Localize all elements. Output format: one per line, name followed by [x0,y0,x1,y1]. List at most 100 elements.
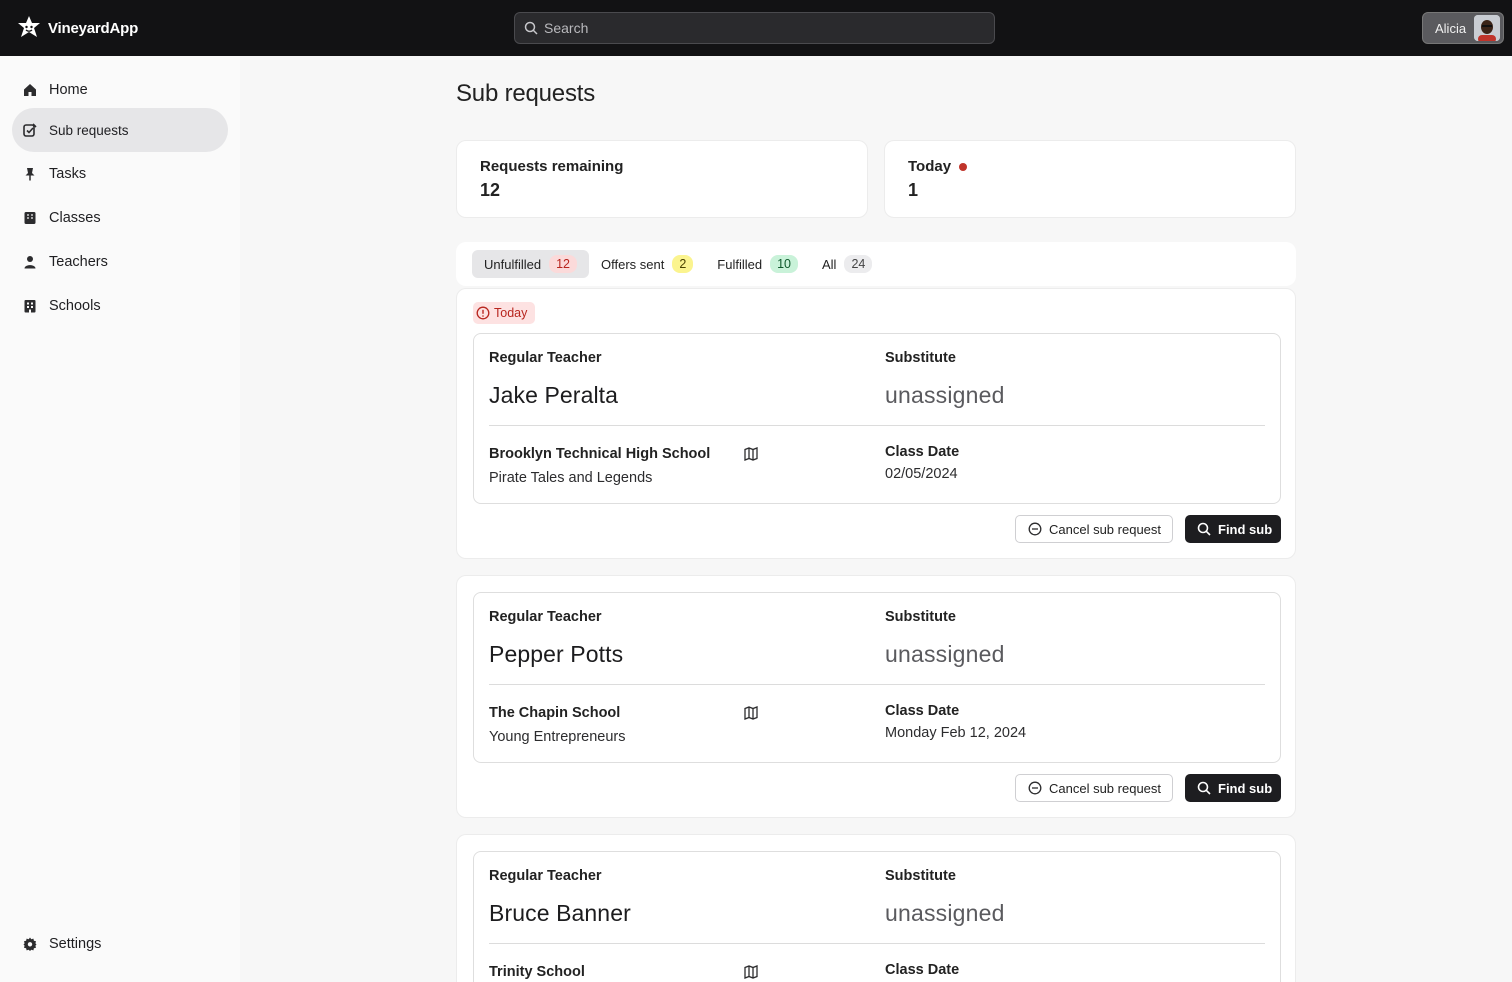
minus-circle-icon [1028,781,1042,795]
class-date-value: 02/05/2024 [885,466,958,482]
filter-tabs: Unfulfilled 12 Offers sent 2 Fulfilled 1… [456,242,1296,286]
count-badge: 2 [672,255,694,273]
map-icon[interactable] [744,447,758,461]
home-icon [24,84,36,96]
sidebar-item-schools[interactable]: Schools [12,284,228,328]
find-sub-button[interactable]: Find sub [1185,774,1281,802]
divider [489,943,1265,944]
sub-request-card: Regular Teacher Bruce Banner Substitute … [456,834,1296,982]
sidebar-item-tasks[interactable]: Tasks [12,152,228,196]
sidebar-item-label: Classes [49,210,101,226]
today-indicator-dot [959,162,968,171]
cancel-sub-request-button[interactable]: Cancel sub request [1015,774,1173,802]
tab-label: All [822,256,837,272]
tab-unfulfilled[interactable]: Unfulfilled 12 [472,250,589,278]
button-label: Cancel sub request [1049,780,1162,796]
count-badge: 10 [770,255,798,273]
grape-leaf-logo-icon [18,16,40,37]
substitute-value: unassigned [885,900,1005,926]
minus-circle-icon [1028,522,1042,536]
alert-circle-icon [476,306,490,320]
sidebar-item-home[interactable]: Home [12,68,228,112]
page-title: Sub requests [456,80,596,107]
sidebar-item-label: Teachers [49,254,108,270]
divider [489,684,1265,685]
sub-request-card: Regular Teacher Pepper Potts Substitute … [456,575,1296,818]
tab-offers-sent[interactable]: Offers sent 2 [589,250,705,278]
search-input[interactable] [544,20,964,36]
class-date-value: Monday Feb 12, 2024 [885,725,1027,741]
top-bar: VineyardApp Alicia [0,0,1512,56]
regular-teacher-label: Regular Teacher [489,609,602,625]
substitute-label: Substitute [885,609,956,625]
sidebar-item-label: Settings [49,936,102,952]
teacher-name[interactable]: Bruce Banner [489,900,631,927]
stat-card-requests-remaining: Requests remaining 12 [456,140,868,218]
button-label: Find sub [1218,521,1273,537]
request-details: Regular Teacher Bruce Banner Substitute … [473,851,1281,982]
map-icon[interactable] [744,965,758,979]
sidebar-item-label: Tasks [49,166,87,182]
building-icon [24,300,36,313]
sidebar-item-label: Home [49,82,88,98]
class-date-label: Class Date [885,962,960,978]
class-name[interactable]: Young Entrepreneurs [489,729,626,745]
today-tag: Today [473,302,536,324]
tab-fulfilled[interactable]: Fulfilled 10 [705,250,810,278]
edit-check-icon [23,123,37,137]
substitute-value: unassigned [885,641,1005,667]
stat-label: Requests remaining [480,158,624,175]
class-name[interactable]: Pirate Tales and Legends [489,470,652,486]
tab-all[interactable]: All 24 [810,250,884,278]
teacher-name[interactable]: Jake Peralta [489,382,618,409]
count-badge: 24 [844,255,873,273]
stat-value: 12 [480,180,501,200]
sub-request-card: Today Regular Teacher Jake Peralta Subst… [456,288,1296,559]
request-details: Regular Teacher Pepper Potts Substitute … [473,592,1281,763]
app-logo[interactable]: VineyardApp [16,14,138,42]
regular-teacher-label: Regular Teacher [489,350,602,366]
sidebar-item-classes[interactable]: Classes [12,196,228,240]
class-date-label: Class Date [885,703,960,719]
count-badge: 12 [549,255,577,273]
search-icon [1197,781,1211,795]
avatar [1474,15,1500,41]
stat-value: 1 [908,180,919,200]
user-menu[interactable]: Alicia [1422,12,1504,44]
substitute-label: Substitute [885,350,956,366]
substitute-value: unassigned [885,382,1005,408]
school-name[interactable]: Brooklyn Technical High School [489,446,710,462]
tab-label: Fulfilled [717,256,763,272]
sidebar-item-label: Sub requests [49,122,129,138]
sidebar-item-label: Schools [49,298,101,314]
button-label: Find sub [1218,780,1273,796]
button-label: Cancel sub request [1049,521,1162,537]
map-icon[interactable] [744,706,758,720]
stat-label: Today [908,158,952,175]
tab-label: Offers sent [601,256,665,272]
request-details: Regular Teacher Jake Peralta Substitute … [473,333,1281,504]
search-bar[interactable] [514,12,995,44]
app-name: VineyardApp [48,19,139,37]
find-sub-button[interactable]: Find sub [1185,515,1281,543]
search-icon [524,21,538,35]
school-name[interactable]: Trinity School [489,964,585,980]
person-icon [24,256,36,269]
sidebar-item-sub-requests[interactable]: Sub requests [12,108,228,152]
pin-icon [25,168,35,181]
school-name[interactable]: The Chapin School [489,705,620,721]
sidebar-item-settings[interactable]: Settings [12,922,228,966]
divider [489,425,1265,426]
gear-icon [23,937,37,951]
search-icon [1197,522,1211,536]
regular-teacher-label: Regular Teacher [489,868,602,884]
user-name: Alicia [1435,20,1467,36]
stat-card-today: Today 1 [884,140,1296,218]
sidebar: Home Sub requests Tasks Classes Teachers… [0,56,240,982]
teacher-name[interactable]: Pepper Potts [489,641,623,668]
class-date-label: Class Date [885,444,960,460]
cancel-sub-request-button[interactable]: Cancel sub request [1015,515,1173,543]
today-tag-label: Today [494,306,528,320]
substitute-label: Substitute [885,868,956,884]
sidebar-item-teachers[interactable]: Teachers [12,240,228,284]
